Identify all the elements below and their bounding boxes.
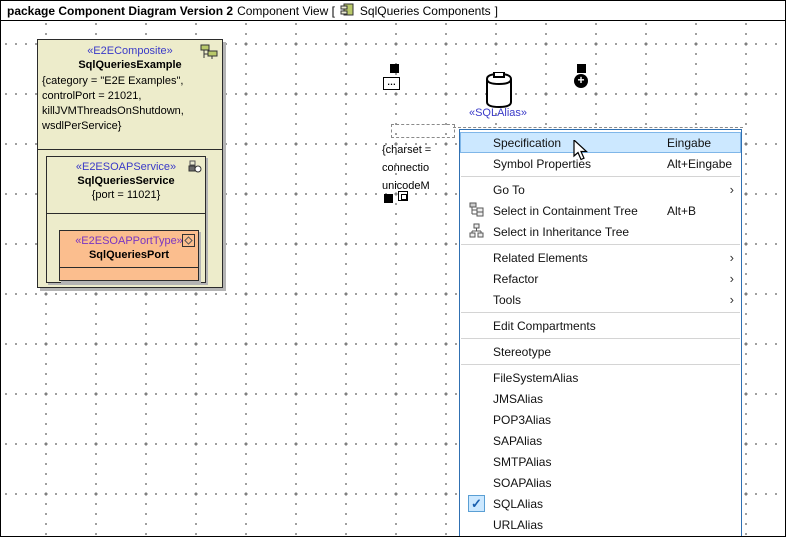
menu-item-label: Edit Compartments	[493, 319, 667, 333]
selection-handle-bottom-left[interactable]	[384, 194, 393, 203]
menu-item-urlalias[interactable]: URLAlias	[460, 514, 741, 535]
menu-item-pop3alias[interactable]: POP3Alias	[460, 409, 741, 430]
composite-stereotype: «E2EComposite»	[38, 44, 222, 58]
menu-item-select-in-inheritance-tree[interactable]: Select in Inheritance Tree	[460, 221, 741, 242]
menu-item-label: Tools	[493, 293, 667, 307]
menu-item-smtpalias[interactable]: SMTPAlias	[460, 451, 741, 472]
composite-property: wsdlPerService}	[42, 119, 218, 134]
menu-item-label: Refactor	[493, 272, 667, 286]
menu-item-label: SMTPAlias	[493, 455, 667, 469]
menu-item-sapalias[interactable]: SAPAlias	[460, 430, 741, 451]
composite-icon	[199, 43, 219, 63]
menu-item-label: Select in Inheritance Tree	[493, 225, 667, 239]
inheritance-tree-icon	[469, 223, 484, 241]
menu-item-stereotype[interactable]: Stereotype	[460, 341, 741, 362]
diagram-frame-header: package Component Diagram Version 2 Comp…	[1, 1, 785, 21]
menu-item-specification[interactable]: Specification Eingabe	[460, 132, 741, 153]
menu-item-shortcut: Alt+Eingabe	[667, 157, 732, 171]
context-menu: Specification Eingabe Symbol Properties …	[459, 129, 742, 537]
sqlalias-tagged-values[interactable]: {charset = connectio unicodeM	[382, 141, 431, 195]
menu-item-edit-compartments[interactable]: Edit Compartments	[460, 315, 741, 336]
porttype-empty-compartment	[60, 268, 198, 279]
service-name: SqlQueriesService	[47, 174, 205, 188]
menu-item-go-to[interactable]: Go To ›	[460, 179, 741, 200]
composite-property: {category = "E2E Examples",	[42, 74, 218, 89]
composite-property: killJVMThreadsOnShutdown,	[42, 104, 218, 119]
diagram-canvas[interactable]: package Component Diagram Version 2 Comp…	[0, 0, 786, 537]
composite-name: SqlQueriesExample	[38, 58, 222, 72]
menu-item-filesystemalias[interactable]: FileSystemAlias	[460, 367, 741, 388]
porttype-name: SqlQueriesPort	[60, 248, 198, 262]
selection-dashed-box	[391, 124, 455, 138]
tagged-value-line: unicodeM	[382, 177, 431, 195]
menu-item-label: Related Elements	[493, 251, 667, 265]
compartments-manipulator-icon[interactable]: …	[383, 77, 400, 90]
menu-item-soapalias[interactable]: SOAPAlias	[460, 472, 741, 493]
menu-item-label: POP3Alias	[493, 413, 667, 427]
menu-item-label: SQLAlias	[493, 497, 667, 511]
sqlalias-stereotype-label[interactable]: «SQLAlias»	[453, 107, 543, 119]
menu-separator	[461, 176, 740, 177]
menu-item-label: Specification	[493, 136, 667, 150]
menu-item-label: SAPAlias	[493, 434, 667, 448]
soap-service-box[interactable]: «E2ESOAPService» SqlQueriesService {port…	[46, 156, 206, 283]
menu-separator	[461, 312, 740, 313]
add-port-manipulator-icon[interactable]: +	[574, 74, 588, 88]
soap-port-type-box[interactable]: «E2ESOAPPortType» SqlQueriesPort	[59, 230, 199, 281]
selection-handle-top-right[interactable]	[577, 64, 586, 73]
menu-separator	[461, 364, 740, 365]
menu-separator	[461, 244, 740, 245]
menu-item-jmsalias[interactable]: JMSAlias	[460, 388, 741, 409]
menu-item-select-in-containment-tree[interactable]: Select in Containment Tree Alt+B	[460, 200, 741, 221]
composite-property: controlPort = 21021,	[42, 89, 218, 104]
tagged-value-line: {charset =	[382, 141, 431, 159]
porttype-icon	[182, 234, 195, 250]
selection-dashed-top-edge	[453, 127, 743, 128]
submenu-arrow-icon: ›	[718, 182, 741, 197]
diagram-kind-label: package Component Diagram Version 2	[7, 4, 233, 18]
submenu-arrow-icon: ›	[718, 250, 741, 265]
menu-item-label: JMSAlias	[493, 392, 667, 406]
diagram-name-label: SqlQueries Components	[360, 4, 491, 18]
menu-item-label: URLAlias	[493, 518, 667, 532]
service-property: {port = 11021}	[47, 188, 205, 203]
menu-separator	[461, 338, 740, 339]
composite-component-box[interactable]: «E2EComposite» SqlQueriesExample {catego…	[37, 39, 223, 288]
menu-item-label: Stereotype	[493, 345, 667, 359]
component-diagram-icon	[340, 3, 355, 19]
submenu-arrow-icon: ›	[718, 292, 741, 307]
service-stereotype: «E2ESOAPService»	[47, 160, 205, 174]
containment-tree-icon	[469, 202, 485, 220]
diagram-view-label: Component View [	[237, 4, 335, 18]
tagged-value-line: connectio	[382, 159, 431, 177]
menu-item-related-elements[interactable]: Related Elements ›	[460, 247, 741, 268]
menu-item-tools[interactable]: Tools ›	[460, 289, 741, 310]
menu-item-sqlalias[interactable]: ✓ SQLAlias	[460, 493, 741, 514]
checkmark-icon: ✓	[468, 495, 485, 512]
menu-item-label: Go To	[493, 183, 667, 197]
menu-item-label: Select in Containment Tree	[493, 204, 667, 218]
menu-item-label: SOAPAlias	[493, 476, 667, 490]
menu-item-label: FileSystemAlias	[493, 371, 667, 385]
selection-handle-top-left[interactable]	[390, 64, 399, 73]
service-icon	[188, 160, 202, 177]
menu-item-refactor[interactable]: Refactor ›	[460, 268, 741, 289]
menu-item-label: Symbol Properties	[493, 157, 667, 171]
diagram-bracket-close: ]	[495, 4, 498, 18]
menu-item-symbol-properties[interactable]: Symbol Properties Alt+Eingabe	[460, 153, 741, 174]
menu-item-shortcut: Eingabe	[667, 136, 718, 150]
porttype-stereotype: «E2ESOAPPortType»	[60, 234, 198, 248]
submenu-arrow-icon: ›	[718, 271, 741, 286]
menu-item-shortcut: Alt+B	[667, 204, 718, 218]
